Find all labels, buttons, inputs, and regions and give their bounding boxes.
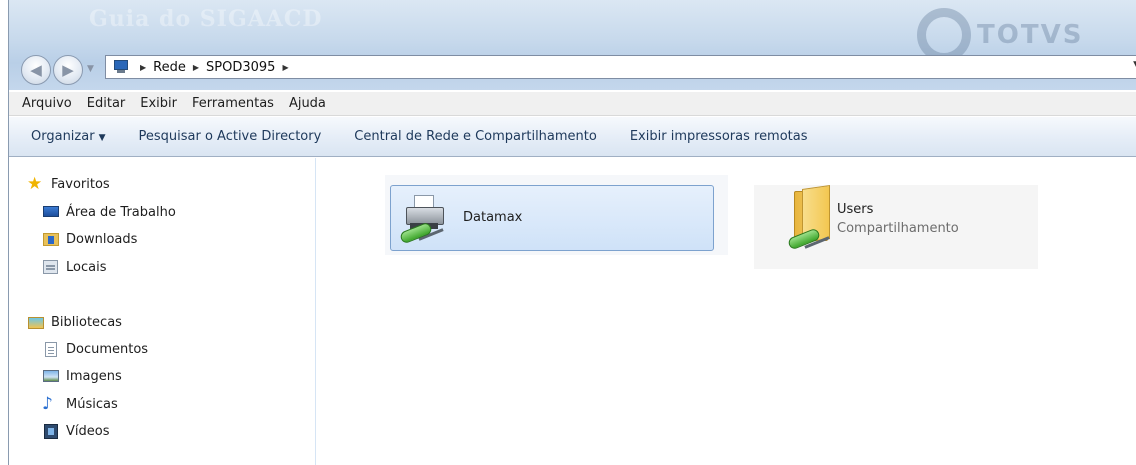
video-film-icon: [42, 423, 60, 439]
nav-item-locais[interactable]: Locais: [42, 256, 106, 278]
nav-item-music[interactable]: ♪ Músicas: [42, 393, 118, 415]
content-area: Datamax Users Compartilhamento: [317, 158, 1136, 465]
view-remote-printers-button[interactable]: Exibir impressoras remotas: [630, 129, 808, 144]
music-note-icon: ♪: [42, 394, 53, 414]
item-name: Users: [837, 202, 874, 217]
nav-item-label: Área de Trabalho: [66, 204, 176, 220]
nav-item-label: Músicas: [66, 396, 118, 412]
chevron-right-icon[interactable]: ▶: [193, 63, 199, 72]
shared-folder-icon: [786, 185, 834, 251]
organize-label: Organizar: [31, 129, 95, 144]
menu-arquivo[interactable]: Arquivo: [22, 96, 72, 111]
pictures-icon: [42, 368, 60, 384]
brand-logo-icon: [917, 8, 971, 62]
item-name: Datamax: [463, 210, 523, 225]
forward-button[interactable]: ▶: [53, 55, 83, 85]
explorer-window: Guia do SIGAACD TOTVS ◀ ▶ ▼ ▶ Rede ▶ SPO…: [8, 0, 1136, 465]
title-bar: Guia do SIGAACD TOTVS ◀ ▶ ▼ ▶ Rede ▶ SPO…: [9, 0, 1136, 90]
nav-item-videos[interactable]: Vídeos: [42, 420, 109, 442]
chevron-down-icon: ▼: [98, 133, 106, 143]
nav-favorites-label: Favoritos: [51, 176, 110, 192]
chevron-right-icon[interactable]: ▶: [282, 63, 288, 72]
nav-item-label: Documentos: [66, 341, 149, 357]
printer-icon: [398, 193, 450, 245]
nav-libraries-label: Bibliotecas: [51, 314, 122, 330]
nav-item-label: Locais: [66, 259, 107, 275]
documents-icon: [42, 341, 60, 357]
menu-editar[interactable]: Editar: [87, 96, 126, 111]
nav-item-desktop[interactable]: Área de Trabalho: [42, 201, 176, 223]
nav-favorites[interactable]: ★ Favoritos: [27, 173, 110, 195]
command-bar: Organizar ▼ Pesquisar o Active Directory …: [9, 117, 1136, 157]
downloads-folder-icon: [42, 231, 60, 247]
brand-logo-text: TOTVS: [977, 20, 1084, 50]
title-watermark: Guia do SIGAACD: [89, 6, 323, 32]
star-icon: ★: [27, 174, 43, 194]
network-item-users[interactable]: Users Compartilhamento: [754, 185, 1038, 269]
nav-item-label: Imagens: [66, 368, 122, 384]
address-bar[interactable]: ▶ Rede ▶ SPOD3095 ▶ ▼: [105, 55, 1136, 79]
nav-item-pictures[interactable]: Imagens: [42, 365, 122, 387]
menu-exibir[interactable]: Exibir: [140, 96, 177, 111]
network-icon: [112, 60, 130, 74]
navigation-pane: ★ Favoritos Área de Trabalho Downloads L…: [9, 158, 316, 465]
nav-item-downloads[interactable]: Downloads: [42, 228, 137, 250]
libraries-icon: [27, 314, 45, 330]
chevron-right-icon[interactable]: ▶: [140, 63, 146, 72]
back-button[interactable]: ◀: [21, 55, 51, 85]
nav-libraries[interactable]: Bibliotecas: [27, 311, 122, 333]
arrow-right-icon: ▶: [62, 61, 74, 79]
breadcrumb-rede[interactable]: Rede: [153, 60, 186, 75]
nav-item-label: Vídeos: [66, 423, 110, 439]
nav-item-documents[interactable]: Documentos: [42, 338, 148, 360]
recent-pages-dropdown[interactable]: ▼: [87, 64, 94, 74]
desktop-icon: [42, 204, 60, 220]
network-sharing-center-button[interactable]: Central de Rede e Compartilhamento: [354, 129, 597, 144]
breadcrumb-spod3095[interactable]: SPOD3095: [206, 60, 275, 75]
menu-ajuda[interactable]: Ajuda: [289, 96, 326, 111]
organize-button[interactable]: Organizar ▼: [31, 129, 105, 144]
menu-bar: Arquivo Editar Exibir Ferramentas Ajuda: [9, 92, 1136, 116]
search-active-directory-button[interactable]: Pesquisar o Active Directory: [138, 129, 321, 144]
item-type: Compartilhamento: [837, 221, 959, 236]
menu-ferramentas[interactable]: Ferramentas: [192, 96, 274, 111]
nav-item-label: Downloads: [66, 231, 138, 247]
network-item-datamax[interactable]: Datamax: [385, 175, 728, 255]
arrow-left-icon: ◀: [30, 61, 42, 79]
recent-places-icon: [42, 259, 60, 275]
